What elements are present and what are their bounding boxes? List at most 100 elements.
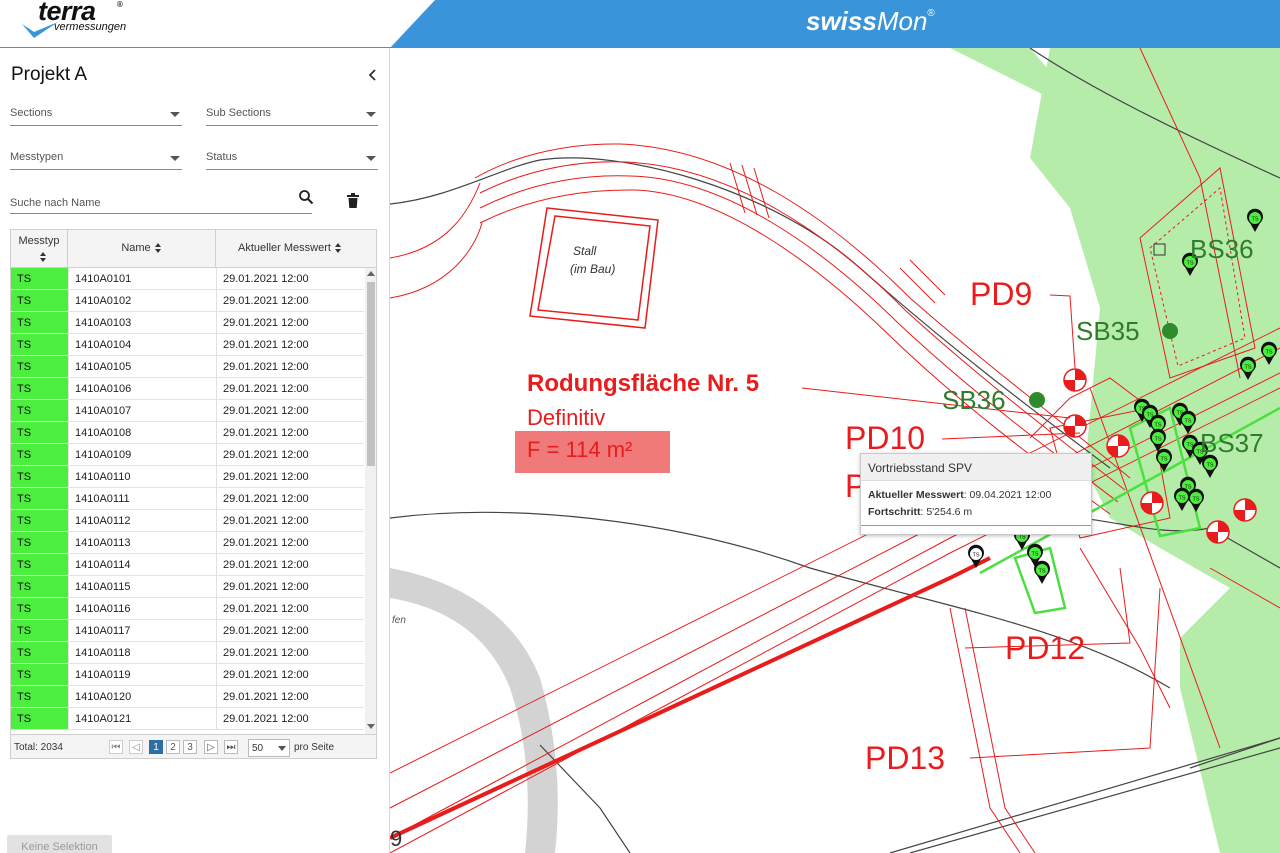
next-page-icon[interactable]: ▷ <box>204 740 218 754</box>
table-row[interactable]: TS 1410A0110 29.01.2021 12:00 <box>11 466 364 488</box>
messwert-cell: 29.01.2021 12:00 <box>216 466 364 487</box>
map-canvas[interactable] <box>390 48 1280 853</box>
messtyp-cell: TS <box>11 488 68 509</box>
messwert-cell: 29.01.2021 12:00 <box>216 510 364 531</box>
status-select[interactable]: Status <box>206 148 378 170</box>
sections-select[interactable]: Sections <box>10 104 182 126</box>
main-red-line <box>390 556 991 840</box>
svg-text:TS: TS <box>972 553 979 559</box>
table-row[interactable]: TS 1410A0111 29.01.2021 12:00 <box>11 488 364 510</box>
messwert-cell: 29.01.2021 12:00 <box>216 334 364 355</box>
table-row[interactable]: TS 1410A0112 29.01.2021 12:00 <box>11 510 364 532</box>
search-input[interactable] <box>10 194 280 212</box>
table-row[interactable]: TS 1410A0120 29.01.2021 12:00 <box>11 686 364 708</box>
corner-number-label: 9 <box>390 826 403 851</box>
sub-sections-select[interactable]: Sub Sections <box>206 104 378 126</box>
per-page-select[interactable]: 50 <box>248 739 290 757</box>
messwert-cell: 29.01.2021 12:00 <box>216 532 364 553</box>
svg-text:TS: TS <box>1251 217 1258 223</box>
grid-scrollbar[interactable] <box>365 268 376 734</box>
messtyp-cell: TS <box>11 554 68 575</box>
table-row[interactable]: TS 1410A0118 29.01.2021 12:00 <box>11 642 364 664</box>
messtyp-cell: TS <box>11 334 68 355</box>
table-row[interactable]: TS 1410A0109 29.01.2021 12:00 <box>11 444 364 466</box>
column-header-messtyp[interactable]: Messtyp <box>11 230 68 268</box>
name-cell: 1410A0113 <box>68 532 216 553</box>
table-row[interactable]: TS 1410A0102 29.01.2021 12:00 <box>11 290 364 312</box>
messwert-cell: 29.01.2021 12:00 <box>216 356 364 377</box>
first-page-icon[interactable]: ⏮ <box>109 740 123 754</box>
table-row[interactable]: TS 1410A0101 29.01.2021 12:00 <box>11 268 364 290</box>
table-row[interactable]: TS 1410A0104 29.01.2021 12:00 <box>11 334 364 356</box>
caret-down-icon <box>366 112 376 117</box>
svg-text:TS: TS <box>1178 496 1185 502</box>
messtyp-cell: TS <box>11 708 68 729</box>
table-row[interactable]: TS 1410A0108 29.01.2021 12:00 <box>11 422 364 444</box>
scroll-down-icon[interactable] <box>367 724 375 729</box>
search-field <box>10 189 314 214</box>
pd12-label: PD12 <box>1005 630 1086 666</box>
messtyp-cell: TS <box>11 400 68 421</box>
rodung-title-label: Rodungsfläche Nr. 5 <box>527 370 760 397</box>
grid-header: Messtyp Name Aktueller Messwert <box>11 230 376 268</box>
name-cell: 1410A0102 <box>68 290 216 311</box>
chevron-left-icon[interactable] <box>364 66 382 84</box>
messwert-cell: 29.01.2021 12:00 <box>216 400 364 421</box>
page-button-2[interactable]: 2 <box>166 740 180 754</box>
logo-registered-mark: ® <box>117 0 123 9</box>
messwert-cell: 29.01.2021 12:00 <box>216 378 364 399</box>
messtyp-cell: TS <box>11 290 68 311</box>
column-header-aktueller-messwert[interactable]: Aktueller Messwert <box>216 230 376 268</box>
search-icon[interactable] <box>298 189 314 205</box>
street-label: fen <box>392 615 406 626</box>
name-cell: 1410A0118 <box>68 642 216 663</box>
table-row[interactable]: TS 1410A0105 29.01.2021 12:00 <box>11 356 364 378</box>
messwert-cell: 29.01.2021 12:00 <box>216 708 364 729</box>
tooltip-divider <box>861 525 1091 526</box>
svg-text:TS: TS <box>1154 437 1161 443</box>
name-cell: 1410A0105 <box>68 356 216 377</box>
per-page-label: pro Seite <box>294 742 335 753</box>
trash-icon[interactable] <box>346 193 360 209</box>
table-row[interactable]: TS 1410A0117 29.01.2021 12:00 <box>11 620 364 642</box>
no-selection-button[interactable]: Keine Selektion <box>7 835 112 853</box>
pd9-label: PD9 <box>970 276 1033 312</box>
name-cell: 1410A0103 <box>68 312 216 333</box>
table-row[interactable]: TS 1410A0113 29.01.2021 12:00 <box>11 532 364 554</box>
messwert-cell: 29.01.2021 12:00 <box>216 686 364 707</box>
table-row[interactable]: TS 1410A0103 29.01.2021 12:00 <box>11 312 364 334</box>
name-cell: 1410A0121 <box>68 708 216 729</box>
messwert-cell: 29.01.2021 12:00 <box>216 642 364 663</box>
brand-bar <box>0 0 1280 48</box>
messwert-cell: 29.01.2021 12:00 <box>216 488 364 509</box>
column-header-name[interactable]: Name <box>68 230 216 268</box>
table-row[interactable]: TS 1410A0119 29.01.2021 12:00 <box>11 664 364 686</box>
messwert-cell: 29.01.2021 12:00 <box>216 620 364 641</box>
last-page-icon[interactable]: ⏭ <box>224 740 238 754</box>
scroll-thumb[interactable] <box>367 282 375 466</box>
svg-text:TS: TS <box>1206 463 1213 469</box>
sb35-label: SB35 <box>1076 316 1140 346</box>
sort-icon <box>40 252 47 262</box>
messwert-cell: 29.01.2021 12:00 <box>216 554 364 575</box>
project-title: Projekt A <box>11 64 88 85</box>
table-row[interactable]: TS 1410A0114 29.01.2021 12:00 <box>11 554 364 576</box>
table-row[interactable]: TS 1410A0106 29.01.2021 12:00 <box>11 378 364 400</box>
name-cell: 1410A0115 <box>68 576 216 597</box>
table-row[interactable]: TS 1410A0107 29.01.2021 12:00 <box>11 400 364 422</box>
messtypen-select[interactable]: Messtypen <box>10 148 182 170</box>
page-button-1[interactable]: 1 <box>149 740 163 754</box>
name-cell: 1410A0104 <box>68 334 216 355</box>
sb-point <box>1029 392 1045 408</box>
page-button-3[interactable]: 3 <box>183 740 197 754</box>
name-cell: 1410A0108 <box>68 422 216 443</box>
map-view[interactable]: TS TS TS TS TS TS TS TS TS TS TS TS TS TS TS TS TS TS TS TS… <box>390 48 1280 853</box>
messtyp-cell: TS <box>11 268 68 289</box>
prev-page-icon[interactable]: ◁ <box>129 740 143 754</box>
table-row[interactable]: TS 1410A0121 29.01.2021 12:00 <box>11 708 364 730</box>
table-row[interactable]: TS 1410A0116 29.01.2021 12:00 <box>11 598 364 620</box>
table-row[interactable]: TS 1410A0115 29.01.2021 12:00 <box>11 576 364 598</box>
scroll-up-icon[interactable] <box>367 271 375 276</box>
name-cell: 1410A0112 <box>68 510 216 531</box>
messtyp-cell: TS <box>11 532 68 553</box>
